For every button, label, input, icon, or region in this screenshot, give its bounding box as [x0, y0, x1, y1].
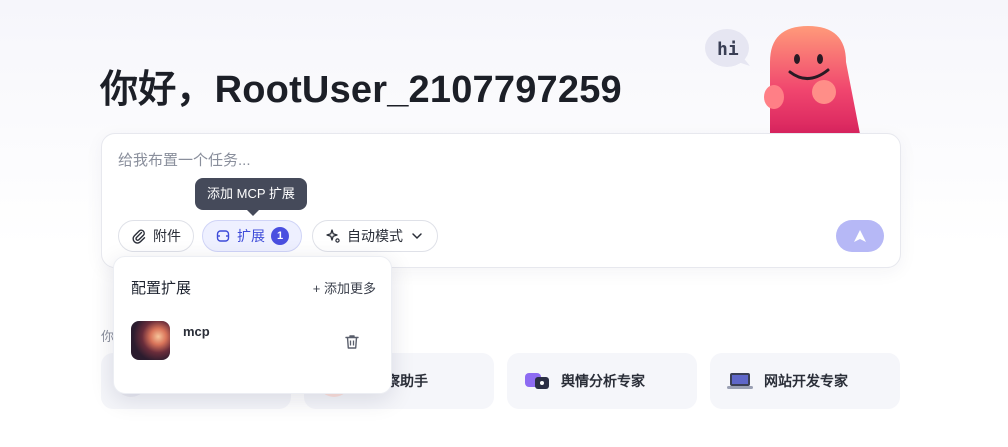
laptop-icon [724, 365, 756, 397]
send-button[interactable] [836, 220, 884, 252]
opinion-icon [521, 365, 553, 397]
popup-title: 配置扩展 [131, 280, 192, 297]
mode-selector[interactable]: 自动模式 [312, 220, 438, 252]
task-input[interactable] [118, 152, 718, 169]
mascot-bubble-text: hi [717, 39, 739, 60]
attach-label: 附件 [153, 228, 181, 244]
agent-card-web[interactable]: 网站开发专家 [710, 353, 900, 409]
greeting-title: 你好，RootUser_2107797259 [100, 69, 622, 111]
mode-label: 自动模式 [347, 228, 403, 244]
extension-label: 扩展 [237, 228, 265, 244]
mcp-thumbnail [131, 321, 170, 360]
send-arrow-icon [854, 230, 866, 242]
chevron-down-icon [412, 233, 422, 240]
sparkle-icon [326, 229, 340, 243]
extension-popup: 配置扩展 + 添加更多 mcp [113, 256, 392, 394]
trash-icon[interactable] [343, 333, 361, 351]
attach-button[interactable]: 附件 [118, 220, 194, 252]
mascot-illustration: hi [705, 26, 860, 134]
extension-button[interactable]: 扩展 1 [202, 220, 302, 252]
extension-count-badge: 1 [271, 227, 289, 245]
extension-tooltip: 添加 MCP 扩展 [195, 178, 307, 216]
agent-card-opinion[interactable]: 舆情分析专家 [507, 353, 697, 409]
agent-card-label: 舆情分析专家 [561, 373, 645, 389]
add-more-link[interactable]: + 添加更多 [313, 278, 376, 297]
agent-card-label: 网站开发专家 [764, 373, 848, 389]
paperclip-icon [132, 229, 146, 244]
plug-icon [216, 230, 230, 242]
mcp-item-name: mcp [183, 324, 210, 339]
